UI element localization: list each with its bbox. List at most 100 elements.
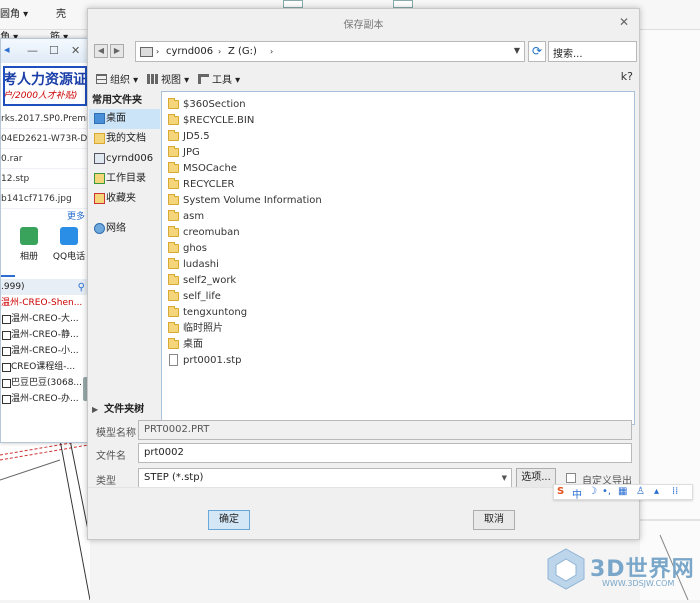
folder-row[interactable]: tengxuntong: [168, 305, 247, 321]
contact-item[interactable]: 温州-CREO-小...: [1, 343, 89, 359]
contact-item[interactable]: 温州-CREO-办...: [1, 391, 89, 407]
minimize-icon[interactable]: —: [27, 44, 38, 57]
more-link[interactable]: 更多: [1, 209, 89, 223]
desktop-icon: [94, 113, 105, 124]
file-item[interactable]: b141cf7176.jpg: [1, 189, 89, 209]
contact-item[interactable]: 温州-CREO-Shen...: [1, 295, 89, 311]
grid-icon[interactable]: ⁞⁞: [672, 486, 678, 497]
view-label: 视图: [161, 75, 181, 86]
cancel-button[interactable]: 取消: [473, 510, 515, 530]
file-item[interactable]: 0.rar: [1, 149, 89, 169]
address-segment-drive[interactable]: Z (G:): [228, 46, 257, 57]
maximize-icon[interactable]: ☐: [49, 44, 59, 57]
folder-row[interactable]: ludashi: [168, 257, 219, 273]
app-photo[interactable]: 相册: [11, 227, 47, 262]
user-icon[interactable]: ♙: [636, 486, 645, 497]
sidebar-item-desktop[interactable]: 桌面: [89, 109, 160, 129]
contact-item[interactable]: 温州-CREO-大...: [1, 311, 89, 327]
file-item[interactable]: 04ED2621-W73R-D...: [1, 129, 89, 149]
back-icon[interactable]: ◀: [94, 44, 108, 58]
folder-row[interactable]: asm: [168, 209, 204, 225]
sidebar-item-favorites[interactable]: 收藏夹: [92, 189, 160, 209]
skin-icon[interactable]: ▴: [654, 486, 659, 497]
help-icon[interactable]: k?: [621, 70, 633, 83]
folder-icon: [168, 194, 179, 205]
sidebar-item-network[interactable]: 网络: [92, 219, 160, 239]
ribbon-icon[interactable]: [393, 0, 413, 8]
tools-menu[interactable]: 工具 ▾: [198, 71, 240, 86]
close-icon[interactable]: ✕: [71, 44, 80, 57]
photo-icon: [20, 227, 38, 245]
search-icon[interactable]: ⚲: [78, 280, 85, 296]
folder-icon: [168, 130, 179, 141]
chevron-down-icon[interactable]: ▼: [514, 46, 520, 55]
folder-row[interactable]: creomuban: [168, 225, 240, 241]
file-row[interactable]: prt0001.stp: [168, 353, 242, 369]
type-select[interactable]: STEP (*.stp) ▼: [138, 468, 512, 488]
computer-icon: [94, 153, 105, 164]
file-name: creomuban: [183, 227, 240, 238]
ad-banner[interactable]: 考人力资源证 户/2000人才补贴): [3, 66, 87, 106]
folder-row[interactable]: RECYCLER: [168, 177, 234, 193]
file-item[interactable]: rks.2017.SP0.Premi...: [1, 109, 89, 129]
file-name: MSOCache: [183, 163, 237, 174]
chevron-right-icon[interactable]: ›: [218, 47, 221, 56]
keyboard-icon[interactable]: ▦: [618, 486, 627, 497]
chevron-right-icon[interactable]: ›: [270, 47, 273, 56]
folder-row[interactable]: $360Section: [168, 97, 246, 113]
sidebar-item-working-dir[interactable]: 工作目录: [92, 169, 160, 189]
sidebar-item-computer[interactable]: cyrnd006: [92, 149, 160, 169]
folder-row[interactable]: JD5.5: [168, 129, 210, 145]
folder-row[interactable]: $RECYCLE.BIN: [168, 113, 254, 129]
folder-row[interactable]: System Volume Information: [168, 193, 322, 209]
ime-language[interactable]: 中: [572, 486, 582, 501]
shell-menu[interactable]: 壳: [56, 5, 66, 20]
folder-row[interactable]: self2_work: [168, 273, 236, 289]
folder-row[interactable]: 临时照片: [168, 321, 223, 337]
dialog-toolbar: 组织 ▾ 视图 ▾ 工具 ▾ k?: [92, 67, 637, 89]
ok-button[interactable]: 确定: [208, 510, 250, 530]
file-list[interactable]: $360Section $RECYCLE.BIN JD5.5 JPG MSOCa…: [161, 91, 635, 425]
sogou-logo-icon[interactable]: S: [557, 486, 564, 497]
file-name: ludashi: [183, 259, 219, 270]
address-row: ◀ ▶ › cyrnd006 › Z (G:) › ▼ ⟳ 搜索...: [92, 41, 637, 63]
contact-item[interactable]: CREO课程组-...: [1, 359, 89, 375]
round-menu[interactable]: 圆角 ▾: [0, 5, 28, 20]
file-item[interactable]: 12.stp: [1, 169, 89, 189]
folder-icon: [168, 306, 179, 317]
forward-icon[interactable]: ▶: [110, 44, 124, 58]
address-segment-computer[interactable]: cyrnd006: [166, 46, 213, 57]
file-name-input[interactable]: prt0002: [138, 443, 632, 463]
working-dir-icon: [94, 173, 105, 184]
chevron-down-icon[interactable]: ▼: [502, 474, 507, 482]
search-input[interactable]: 搜索...: [548, 41, 637, 62]
sidebar-item-my-documents[interactable]: 我的文档: [92, 129, 160, 149]
view-menu[interactable]: 视图 ▾: [147, 71, 189, 86]
chat-menu-icon[interactable]: ◂: [4, 43, 10, 56]
contact-search[interactable]: .999) ⚲: [1, 279, 89, 295]
folder-tree-toggle[interactable]: ▶ 文件夹树: [92, 401, 158, 419]
folder-row[interactable]: MSOCache: [168, 161, 237, 177]
ime-toolbar[interactable]: S 中 ☽ •, ▦ ♙ ▴ ⁞⁞: [553, 484, 693, 501]
contact-item[interactable]: 温州-CREO-静...: [1, 327, 89, 343]
refresh-icon[interactable]: ⟳: [528, 41, 546, 62]
tab-indicator: [1, 271, 89, 279]
folder-row[interactable]: ghos: [168, 241, 207, 257]
punctuation-icon[interactable]: •,: [602, 486, 611, 497]
ribbon-icon[interactable]: [283, 0, 303, 8]
app-qq-phone[interactable]: QQ电话: [51, 227, 87, 262]
organize-menu[interactable]: 组织 ▾: [96, 71, 138, 86]
folder-row[interactable]: self_life: [168, 289, 221, 305]
custom-export-checkbox[interactable]: [566, 473, 576, 483]
app-shortcuts: 相册 QQ电话: [1, 223, 89, 271]
chevron-right-icon[interactable]: ›: [156, 47, 159, 56]
folder-row[interactable]: 桌面: [168, 337, 203, 353]
folder-row[interactable]: JPG: [168, 145, 200, 161]
moon-icon[interactable]: ☽: [588, 486, 597, 497]
options-button[interactable]: 选项...: [516, 468, 556, 488]
contact-item[interactable]: 巴豆巴豆(3068...: [1, 375, 89, 391]
folder-icon: [168, 162, 179, 173]
close-icon[interactable]: ✕: [619, 15, 629, 29]
address-bar[interactable]: › cyrnd006 › Z (G:) › ▼: [135, 41, 525, 62]
file-name: prt0001.stp: [183, 355, 242, 366]
